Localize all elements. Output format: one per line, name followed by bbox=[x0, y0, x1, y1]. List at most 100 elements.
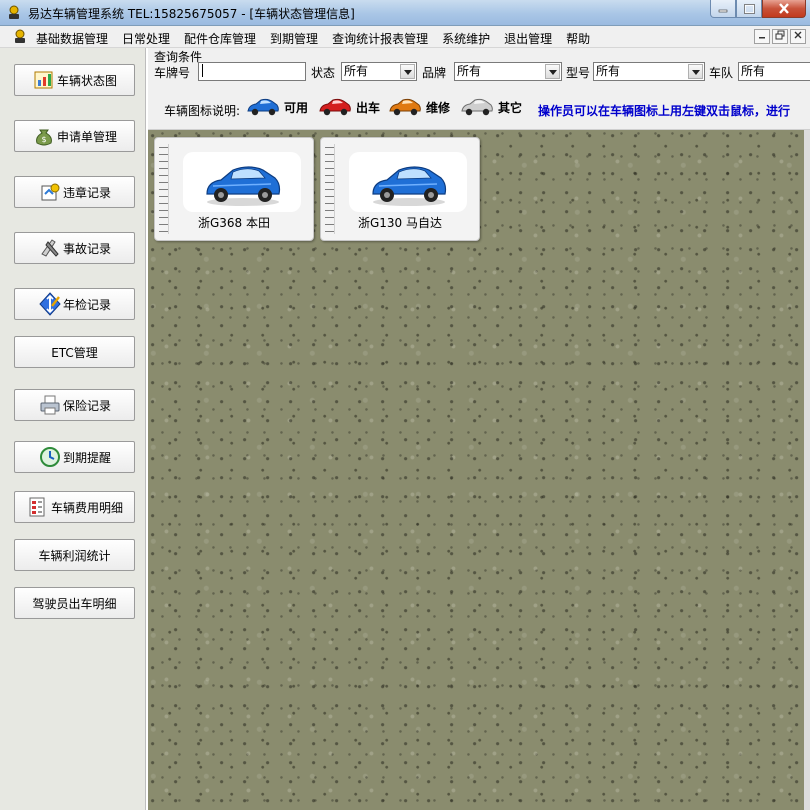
minimize-button[interactable] bbox=[710, 0, 736, 18]
chevron-down-icon[interactable] bbox=[400, 64, 415, 79]
app-icon bbox=[9, 5, 19, 19]
title-bar: 易达车辆管理系统 TEL:15825675057 - [车辆状态管理信息] bbox=[0, 0, 810, 26]
brand-select[interactable]: 所有 bbox=[454, 62, 562, 81]
close-button[interactable] bbox=[762, 0, 806, 18]
vehicle-panel: 浙G368 本田 浙G130 马自达 bbox=[148, 130, 804, 810]
status-label: 状态 bbox=[311, 66, 336, 80]
child-close-button[interactable] bbox=[790, 29, 806, 44]
sidebar-item-vehicle-cost[interactable]: 车辆费用明细 bbox=[14, 491, 135, 523]
sidebar-item-label: 车辆状态图 bbox=[56, 73, 117, 88]
model-label: 型号 bbox=[566, 66, 591, 80]
status-select-value: 所有 bbox=[344, 64, 369, 78]
vehicle-picture bbox=[183, 152, 301, 212]
sidebar-item-expiry-reminder[interactable]: 到期提醒 bbox=[14, 441, 135, 473]
sidebar-item-label: 年检记录 bbox=[62, 297, 111, 312]
restore-icon bbox=[775, 30, 785, 40]
car-icon bbox=[372, 166, 447, 206]
sidebar-item-profit-stats[interactable]: 车辆利润统计 bbox=[14, 539, 135, 571]
sidebar-item-label: 驾驶员出车明细 bbox=[32, 596, 117, 611]
child-restore-button[interactable] bbox=[772, 29, 788, 44]
vehicle-plate: 浙G368 本田 bbox=[197, 216, 271, 230]
sidebar-item-label: 到期提醒 bbox=[62, 450, 111, 465]
brand-select-value: 所有 bbox=[457, 64, 482, 78]
sidebar-item-label: 违章记录 bbox=[62, 185, 111, 200]
printer-icon bbox=[40, 395, 60, 415]
vehicle-plate: 浙G130 马自达 bbox=[357, 216, 443, 230]
model-select-value: 所有 bbox=[596, 64, 621, 78]
sidebar-item-label: 保险记录 bbox=[62, 398, 111, 413]
text-cursor bbox=[202, 64, 203, 77]
plate-label: 车牌号 bbox=[154, 66, 191, 80]
car-icon bbox=[389, 98, 421, 116]
sidebar-item-label: 事故记录 bbox=[62, 241, 111, 256]
car-icon bbox=[206, 166, 281, 206]
menu-expiry[interactable]: 到期管理 bbox=[270, 30, 318, 47]
team-select[interactable]: 所有 bbox=[738, 62, 810, 81]
sidebar-item-vehicle-status[interactable]: 车辆状态图 bbox=[14, 64, 135, 96]
vertical-scrollbar[interactable] bbox=[804, 130, 810, 810]
vehicle-card[interactable]: 浙G130 马自达 bbox=[320, 137, 480, 241]
sidebar-item-driver-trips[interactable]: 驾驶员出车明细 bbox=[14, 587, 135, 619]
sidebar-item-insurance[interactable]: 保险记录 bbox=[14, 389, 135, 421]
car-icon bbox=[319, 98, 351, 116]
menu-help[interactable]: 帮助 bbox=[566, 30, 590, 47]
menu-basic-data[interactable]: 基础数据管理 bbox=[36, 30, 108, 47]
minimize-icon bbox=[718, 9, 728, 12]
legend-text: 出车 bbox=[356, 100, 381, 115]
legend-item-other: 其它 bbox=[460, 96, 522, 118]
model-select[interactable]: 所有 bbox=[593, 62, 705, 81]
violation-icon bbox=[41, 183, 60, 201]
chevron-down-icon[interactable] bbox=[688, 64, 703, 79]
svg-text:$: $ bbox=[41, 135, 46, 144]
query-caption: 查询条件 bbox=[154, 50, 203, 64]
legend-bar: 车辆图标说明: 可用 出车 维修 其它 操作员可以在车辆图标上用左键双击鼠标，进… bbox=[148, 88, 810, 130]
child-minimize-button[interactable] bbox=[754, 29, 770, 44]
sidebar: 车辆状态图 $ 申请单管理 违章记录 事故记录 年检记录 ETC管理 保险记录 … bbox=[0, 48, 146, 810]
sidebar-item-etc[interactable]: ETC管理 bbox=[14, 336, 135, 368]
close-icon bbox=[779, 3, 789, 14]
vehicle-picture bbox=[349, 152, 467, 212]
minimize-icon bbox=[759, 37, 765, 39]
legend-text: 其它 bbox=[498, 100, 523, 115]
sidebar-item-annual-inspection[interactable]: 年检记录 bbox=[14, 288, 135, 320]
legend-label: 车辆图标说明: bbox=[164, 104, 241, 118]
money-bag-icon: $ bbox=[36, 129, 52, 146]
menu-exit[interactable]: 退出管理 bbox=[504, 30, 552, 47]
vehicle-card[interactable]: 浙G368 本田 bbox=[154, 137, 314, 241]
maximize-icon bbox=[743, 3, 755, 14]
legend-text: 可用 bbox=[284, 100, 309, 115]
status-select[interactable]: 所有 bbox=[341, 62, 417, 81]
close-icon bbox=[794, 31, 802, 39]
sidebar-item-violation[interactable]: 违章记录 bbox=[14, 176, 135, 208]
query-panel: 查询条件 车牌号 状态 所有 品牌 所有 型号 所有 车队 所有 bbox=[148, 48, 810, 88]
team-label: 车队 bbox=[709, 66, 734, 80]
window-title: 易达车辆管理系统 TEL:15825675057 - [车辆状态管理信息] bbox=[28, 7, 355, 21]
team-select-value: 所有 bbox=[741, 64, 766, 78]
car-icon bbox=[247, 98, 279, 116]
inspection-icon bbox=[39, 292, 61, 316]
menu-system[interactable]: 系统维护 bbox=[442, 30, 490, 47]
sidebar-item-label: 车辆利润统计 bbox=[38, 548, 111, 563]
accident-icon bbox=[41, 239, 59, 257]
legend-text: 维修 bbox=[426, 100, 451, 115]
chevron-down-icon[interactable] bbox=[545, 64, 560, 79]
brand-label: 品牌 bbox=[422, 66, 447, 80]
legend-item-out: 出车 bbox=[318, 96, 380, 118]
maximize-button[interactable] bbox=[736, 0, 762, 18]
sidebar-item-requisition[interactable]: $ 申请单管理 bbox=[14, 120, 135, 152]
cost-list-icon bbox=[29, 497, 45, 517]
menu-bar: 基础数据管理 日常处理 配件仓库管理 到期管理 查询统计报表管理 系统维护 退出… bbox=[0, 26, 810, 48]
menu-parts-warehouse[interactable]: 配件仓库管理 bbox=[184, 30, 256, 47]
sidebar-item-label: ETC管理 bbox=[51, 345, 98, 360]
clock-icon bbox=[39, 447, 60, 467]
operator-notice: 操作员可以在车辆图标上用左键双击鼠标，进行 bbox=[538, 104, 791, 118]
plate-input[interactable] bbox=[198, 62, 306, 81]
legend-item-available: 可用 bbox=[246, 96, 308, 118]
legend-item-repair: 维修 bbox=[388, 96, 450, 118]
sidebar-item-accident[interactable]: 事故记录 bbox=[14, 232, 135, 264]
sidebar-item-label: 车辆费用明细 bbox=[50, 500, 123, 515]
status-chart-icon bbox=[34, 71, 53, 89]
menu-reports[interactable]: 查询统计报表管理 bbox=[332, 30, 428, 47]
app-menu-icon[interactable] bbox=[12, 29, 28, 45]
menu-daily[interactable]: 日常处理 bbox=[122, 30, 170, 47]
